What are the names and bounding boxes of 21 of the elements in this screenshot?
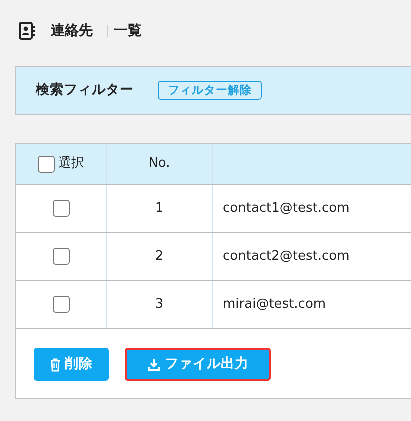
table-cell-text: 3 [155,296,164,314]
trash-icon [50,358,61,372]
table-cell-text: contact2@test.com [223,248,350,266]
delete-button[interactable]: 削除 [34,348,109,381]
column-header: 選択 [58,155,84,174]
table-cell-text: 1 [155,200,164,218]
table-cell-text: mirai@test.com [223,296,326,314]
download-icon [147,358,161,372]
contacts-icon [19,22,35,40]
checkbox[interactable] [52,200,70,217]
view-title: 一覧 [114,22,142,40]
checkbox[interactable] [52,248,70,265]
checkbox[interactable] [38,156,54,172]
export-button[interactable]: ファイル出力 [125,348,271,381]
page-title: 連絡先 [51,22,93,40]
table-cell-text: contact1@test.com [223,200,350,218]
table-cell-text: 2 [155,248,164,266]
checkbox[interactable] [52,296,70,313]
clear-filter-button[interactable]: フィルター解除 [158,81,262,100]
column-header: No. [148,155,170,174]
filter-title: 検索フィルター [36,81,134,100]
